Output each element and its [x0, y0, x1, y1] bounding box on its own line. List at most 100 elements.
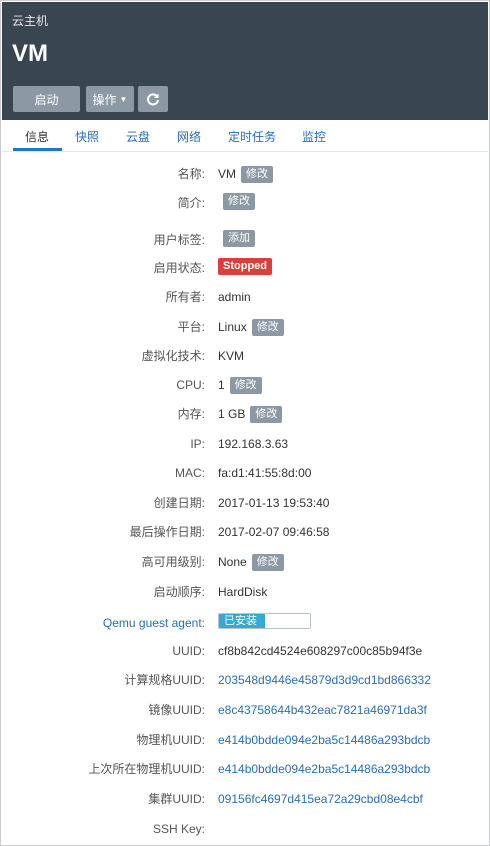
cpu-value: 1 [218, 378, 225, 392]
tab-volumes[interactable]: 云盘 [126, 128, 150, 145]
field-label: 简介: [177, 196, 205, 210]
field-value: 已安装 [218, 613, 311, 629]
field-row-last-operation: 最后操作日期: 2017-02-07 09:46:58 [1, 522, 489, 542]
add-tag-button[interactable]: 添加 [223, 230, 255, 247]
field-row-guest-agent: Qemu guest agent: 已安装 [1, 613, 489, 633]
field-label: CPU: [176, 378, 205, 392]
edit-platform-button[interactable]: 修改 [251, 318, 284, 336]
name-value: VM [218, 167, 236, 181]
resource-type-label: 云主机 [12, 14, 49, 28]
owner-value: admin [218, 290, 251, 304]
field-row-uuid: UUID: cf8b842cd4524e608297c00c85b94f3e [1, 641, 489, 661]
host-uuid-link[interactable]: e414b0bdde094e2ba5c14486a293bdcb [218, 730, 430, 750]
edit-name-button[interactable]: 修改 [241, 165, 273, 183]
instance-offering-uuid-link[interactable]: 203548d9446e45879d3d9cd1bd866332 [218, 670, 431, 690]
field-value: 1 修改 [218, 375, 262, 395]
field-label: 平台: [177, 320, 205, 334]
ip-value: 192.168.3.63 [218, 437, 289, 451]
boot-order-value: HardDisk [218, 585, 268, 599]
field-row-virtualization: 虚拟化技术: KVM [1, 346, 489, 366]
active-tab-indicator [13, 148, 62, 151]
field-value: None 修改 [218, 552, 284, 572]
field-value: 修改 [218, 193, 255, 210]
field-label: 镜像UUID: [148, 703, 205, 717]
uuid-value: cf8b842cd4524e608297c00c85b94f3e [218, 644, 423, 658]
edit-description-button[interactable]: 修改 [223, 193, 255, 210]
field-row-ssh-key: SSH Key: [1, 819, 489, 839]
field-label: 最后操作日期: [129, 525, 205, 539]
field-row-ha-level: 高可用级别: None 修改 [1, 552, 489, 572]
platform-value: Linux [218, 320, 247, 334]
field-value: VM 修改 [218, 164, 273, 184]
status-badge: Stopped [218, 258, 272, 275]
edit-memory-button[interactable]: 修改 [250, 405, 283, 423]
field-label: 高可用级别: [141, 555, 205, 569]
operations-dropdown-button[interactable]: 操作 ▼ [86, 86, 134, 112]
last-operation-date-value: 2017-02-07 09:46:58 [218, 525, 330, 539]
field-row-description: 简介: 修改 [1, 193, 489, 213]
vm-detail-panel: 云主机 VM 启动 操作 ▼ 信息 快照 云盘 网络 定时任务 监控 名称: V… [0, 0, 490, 846]
field-value: Linux 修改 [218, 317, 284, 337]
field-label: 启用状态: [153, 261, 205, 275]
field-row-instance-offering-uuid: 计算规格UUID: 203548d9446e45879d3d9cd1bd8663… [1, 670, 489, 690]
field-label: 所有者: [165, 290, 205, 304]
field-label: 内存: [177, 407, 205, 421]
field-label: 用户标签: [153, 233, 205, 247]
field-row-name: 名称: VM 修改 [1, 164, 489, 184]
field-row-cpu: CPU: 1 修改 [1, 375, 489, 395]
field-row-user-tags: 用户标签: 添加 [1, 230, 489, 250]
refresh-button[interactable] [138, 86, 168, 112]
page-title: VM [12, 40, 48, 67]
created-date-value: 2017-01-13 19:53:40 [218, 496, 330, 510]
header: 云主机 VM 启动 操作 ▼ [2, 2, 488, 120]
field-row-cluster-uuid: 集群UUID: 09156fc4697d415ea72a29cbd08e4cbf [1, 789, 489, 809]
tab-monitor[interactable]: 监控 [302, 128, 326, 145]
field-row-host-uuid: 物理机UUID: e414b0bdde094e2ba5c14486a293bdc… [1, 730, 489, 750]
field-row-last-host-uuid: 上次所在物理机UUID: e414b0bdde094e2ba5c14486a29… [1, 759, 489, 779]
mac-value: fa:d1:41:55:8d:00 [218, 466, 312, 480]
field-label: IP: [190, 437, 205, 451]
refresh-icon [147, 93, 159, 106]
operations-label: 操作 [92, 92, 117, 107]
field-label: UUID: [172, 644, 205, 658]
field-row-boot-order: 启动顺序: HardDisk [1, 582, 489, 602]
image-uuid-link[interactable]: e8c43758644b432eac7821a46971da3f [218, 700, 427, 720]
edit-ha-level-button[interactable]: 修改 [251, 553, 284, 571]
field-row-mac: MAC: fa:d1:41:55:8d:00 [1, 463, 489, 483]
field-value: Stopped [218, 258, 272, 275]
start-button[interactable]: 启动 [13, 86, 80, 112]
tab-network[interactable]: 网络 [177, 128, 201, 145]
field-label: 虚拟化技术: [141, 349, 205, 363]
tab-snapshots[interactable]: 快照 [75, 128, 99, 145]
field-row-platform: 平台: Linux 修改 [1, 317, 489, 337]
tab-info[interactable]: 信息 [25, 128, 49, 145]
field-label: SSH Key: [152, 822, 205, 836]
field-label: 启动顺序: [153, 585, 205, 599]
guest-agent-link[interactable]: Qemu guest agent: [103, 613, 205, 633]
edit-cpu-button[interactable]: 修改 [229, 376, 262, 394]
field-label: 集群UUID: [148, 792, 205, 806]
last-host-uuid-link[interactable]: e414b0bdde094e2ba5c14486a293bdcb [218, 759, 430, 779]
field-label: MAC: [175, 466, 205, 480]
caret-down-icon: ▼ [119, 94, 128, 104]
guest-agent-status-bar: 已安装 [218, 613, 311, 629]
ha-level-value: None [218, 555, 247, 569]
field-label: 计算规格UUID: [124, 673, 205, 687]
field-label: 创建日期: [153, 496, 205, 510]
field-row-created: 创建日期: 2017-01-13 19:53:40 [1, 493, 489, 513]
virtualization-value: KVM [218, 349, 245, 363]
field-row-state: 启用状态: Stopped [1, 258, 489, 278]
guest-agent-status-text: 已安装 [224, 615, 257, 627]
field-value: 添加 [218, 230, 255, 247]
field-label: 名称: [177, 167, 205, 181]
field-value: 1 GB 修改 [218, 404, 283, 424]
memory-value: 1 GB [218, 407, 246, 421]
tab-scheduler[interactable]: 定时任务 [228, 128, 276, 145]
field-row-ip: IP: 192.168.3.63 [1, 434, 489, 454]
field-row-owner: 所有者: admin [1, 287, 489, 307]
field-label: 物理机UUID: [136, 733, 205, 747]
cluster-uuid-link[interactable]: 09156fc4697d415ea72a29cbd08e4cbf [218, 789, 423, 809]
field-row-image-uuid: 镜像UUID: e8c43758644b432eac7821a46971da3f [1, 700, 489, 720]
field-label: 上次所在物理机UUID: [88, 762, 205, 776]
tab-bar: 信息 快照 云盘 网络 定时任务 监控 [2, 120, 488, 152]
